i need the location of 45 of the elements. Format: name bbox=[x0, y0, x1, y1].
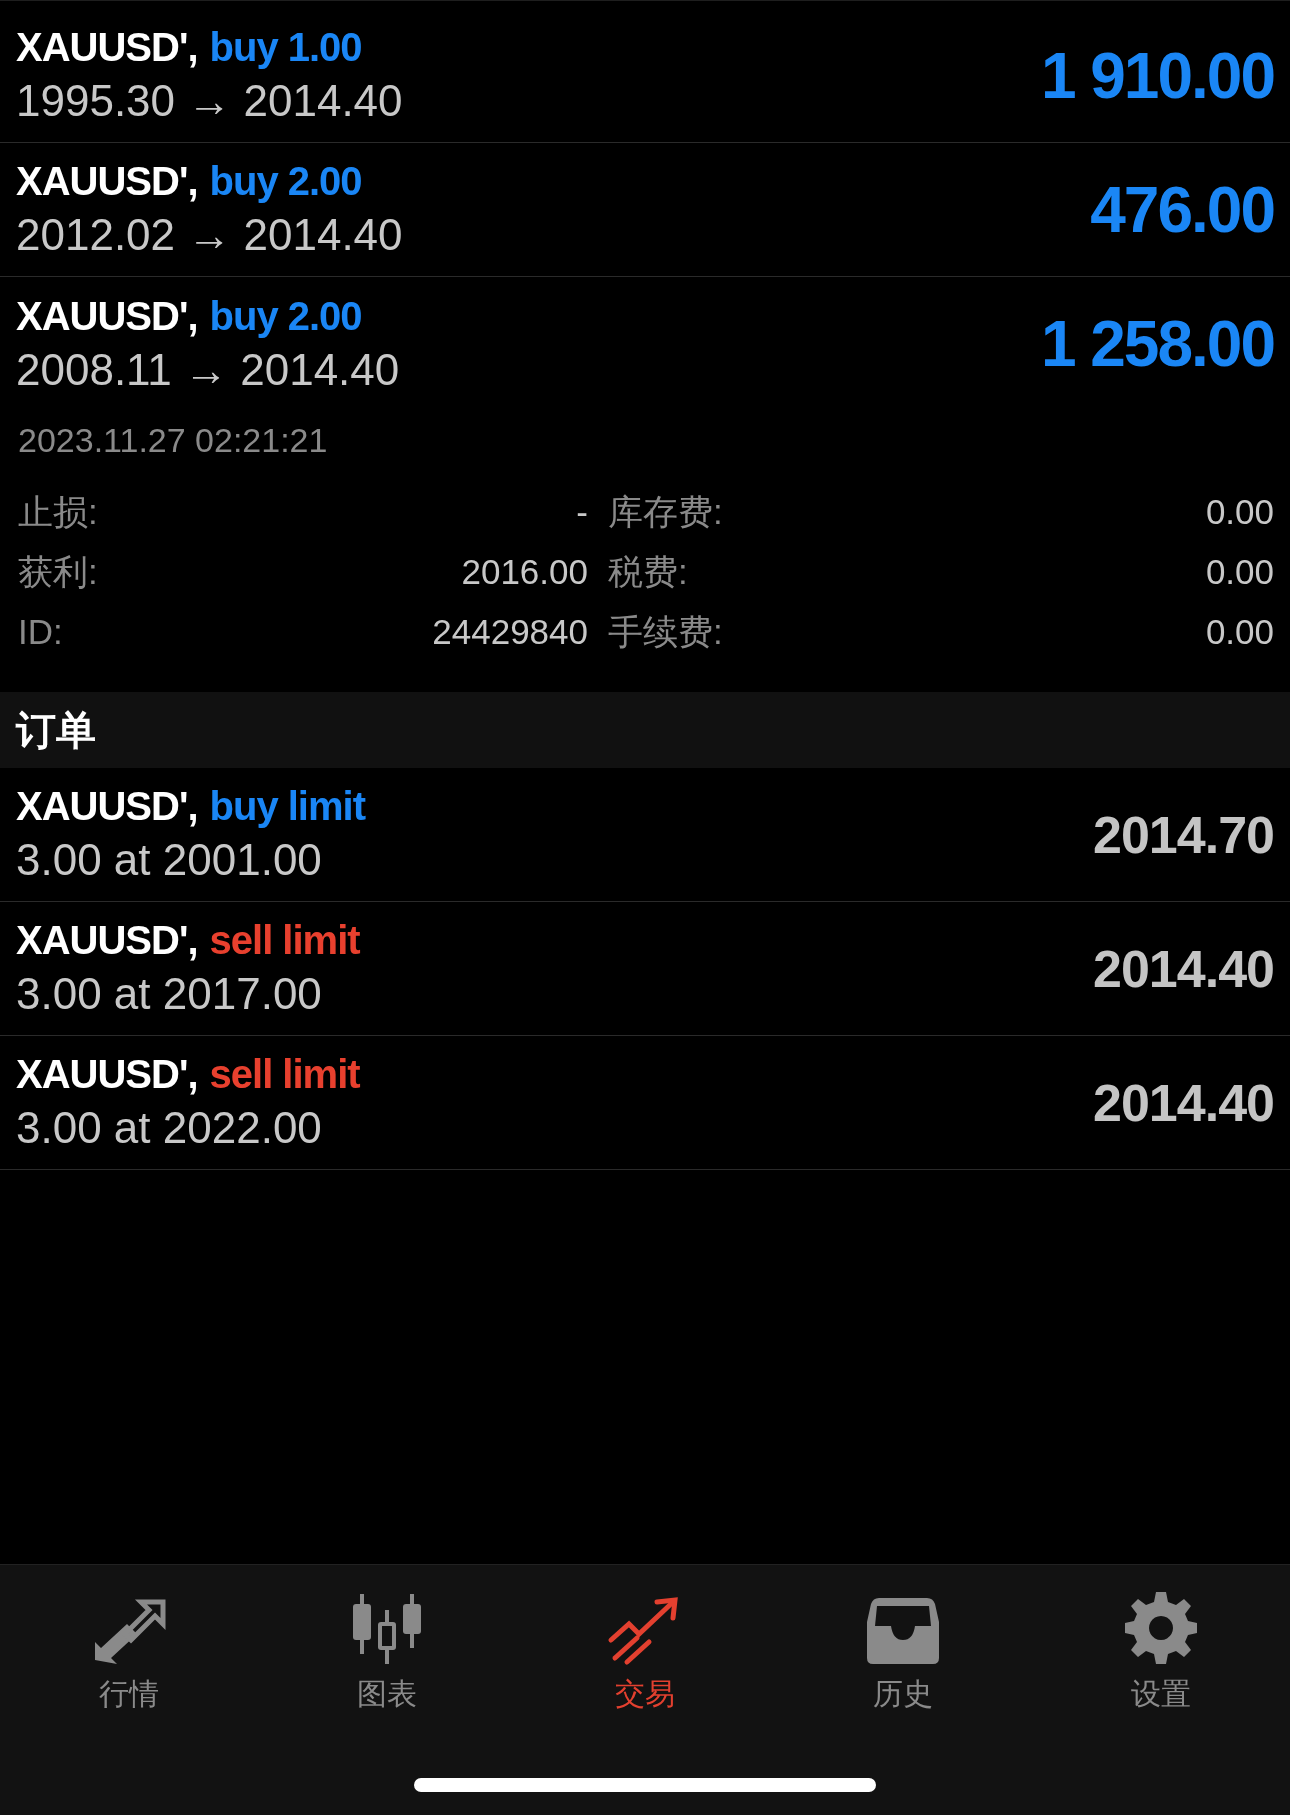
order-volume: 3.00 at 2001.00 bbox=[16, 835, 323, 885]
trade-type: buy 2.00 bbox=[209, 159, 362, 204]
detail-value: 24429840 bbox=[431, 612, 588, 652]
profit-value: 1 910.00 bbox=[1040, 38, 1274, 113]
detail-label: 手续费: bbox=[608, 610, 724, 653]
trade-tab[interactable]: 交易 bbox=[516, 1585, 774, 1715]
price-range: 1995.30 → 2014.40 bbox=[16, 76, 403, 126]
detail-label: 获利: bbox=[18, 550, 99, 593]
symbol: XAUUSD', bbox=[16, 1052, 198, 1097]
current-price: 2014.40 bbox=[1093, 1072, 1274, 1133]
symbol: XAUUSD', bbox=[16, 784, 198, 829]
detail-value: 2016.00 bbox=[460, 552, 588, 592]
price-range: 2008.11 → 2014.40 bbox=[16, 344, 400, 395]
order-type: sell limit bbox=[209, 918, 360, 963]
trade-type: buy 1.00 bbox=[209, 25, 362, 70]
detail-value: 0.00 bbox=[1204, 612, 1274, 652]
current-price: 2014.40 bbox=[1093, 938, 1274, 999]
open-time: 2023.11.27 02:21:21 bbox=[18, 421, 329, 460]
order-volume: 3.00 at 2017.00 bbox=[16, 969, 323, 1019]
current-price: 2014.70 bbox=[1093, 804, 1274, 865]
order-type: buy limit bbox=[209, 784, 365, 829]
settings-icon bbox=[1123, 1590, 1199, 1666]
detail-label: 税费: bbox=[608, 550, 689, 593]
detail-value: 0.00 bbox=[1204, 552, 1274, 592]
detail-value: - bbox=[575, 492, 588, 532]
order-volume: 3.00 at 2022.00 bbox=[16, 1103, 323, 1153]
inbox-icon bbox=[865, 1596, 941, 1666]
profit-value: 1 258.00 bbox=[1040, 307, 1274, 381]
quotes-tab[interactable]: 行情 bbox=[0, 1585, 258, 1715]
settings-tab[interactable]: 设置 bbox=[1032, 1585, 1290, 1715]
profit-value: 476.00 bbox=[1090, 172, 1274, 247]
symbol: XAUUSD', bbox=[16, 25, 198, 70]
history-tab[interactable]: 历史 bbox=[774, 1585, 1032, 1715]
symbol: XAUUSD', bbox=[16, 159, 198, 204]
order-type: sell limit bbox=[209, 1052, 360, 1097]
trade-type: buy 2.00 bbox=[209, 293, 362, 339]
price-range: 2012.02 → 2014.40 bbox=[16, 210, 403, 260]
symbol: XAUUSD', bbox=[16, 918, 198, 963]
symbol: XAUUSD', bbox=[16, 293, 198, 339]
detail-label: 库存费: bbox=[608, 490, 724, 533]
detail-label: 止损: bbox=[18, 490, 99, 533]
section-header: 订单 bbox=[0, 692, 1290, 768]
chart-tab[interactable]: 图表 bbox=[258, 1585, 516, 1715]
detail-value: 0.00 bbox=[1204, 492, 1274, 532]
detail-label: ID: bbox=[18, 612, 64, 652]
